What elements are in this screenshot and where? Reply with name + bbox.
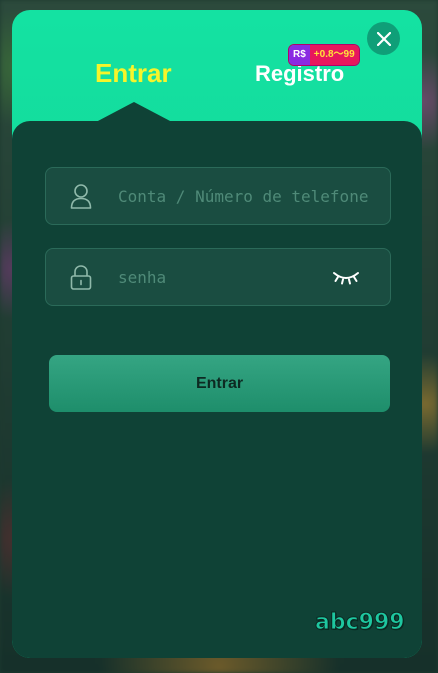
badge-amount: +0.8～99 (309, 45, 359, 65)
close-icon (376, 31, 391, 46)
eye-closed-icon[interactable] (332, 269, 360, 285)
close-button[interactable] (367, 22, 400, 55)
password-field (45, 248, 391, 306)
account-input[interactable] (116, 185, 370, 207)
login-submit-button[interactable]: Entrar (49, 355, 390, 412)
form-panel: Entrar (12, 121, 422, 658)
badge-currency: R$ (289, 45, 310, 65)
password-input[interactable] (116, 266, 312, 288)
login-modal: Entrar Registro R$ +0.8～99 Conta / Númer… (12, 10, 422, 658)
brand-logo: abc999 (315, 610, 406, 636)
active-tab-indicator (96, 102, 172, 122)
user-icon (70, 184, 92, 209)
bonus-badge: R$ +0.8～99 (288, 44, 360, 66)
lock-icon (70, 265, 92, 290)
tab-login[interactable]: Entrar (95, 58, 172, 89)
account-field (45, 167, 391, 225)
